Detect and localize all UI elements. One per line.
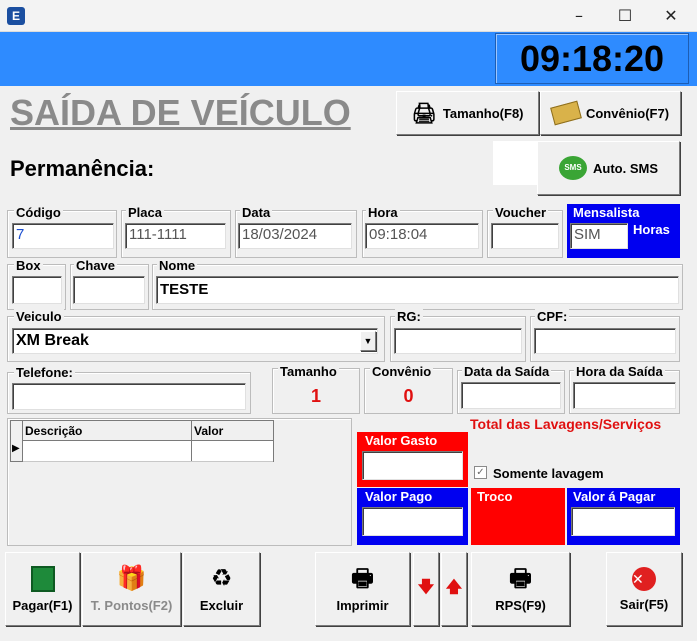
imprimir-button[interactable]: 🖶 Imprimir: [315, 552, 410, 626]
pagar-button[interactable]: Pagar(F1): [5, 552, 80, 626]
card-icon: [550, 100, 582, 126]
arrow-down-icon: 🡇: [417, 578, 435, 596]
recycle-bin-icon: ♻: [210, 564, 233, 592]
valor-pago-input[interactable]: [362, 507, 463, 536]
chave-label: Chave: [74, 258, 118, 273]
tamanho-button[interactable]: 🖨 Tamanho(F8): [396, 91, 539, 135]
veiculo-label: Veiculo: [14, 309, 64, 324]
sms-bubble-icon: SMS: [559, 156, 587, 180]
table-row[interactable]: [23, 461, 273, 462]
data-input[interactable]: 18/03/2024: [238, 223, 352, 249]
printer-icon: 🖶: [509, 564, 532, 592]
column-descricao[interactable]: Descrição: [25, 424, 82, 438]
data-saida-label: Data da Saída: [462, 364, 552, 379]
placa-label: Placa: [126, 205, 164, 220]
telefone-label: Telefone:: [14, 365, 75, 380]
move-up-button[interactable]: 🡅: [441, 552, 467, 626]
hora-saida-input[interactable]: [573, 382, 676, 409]
valor-a-pagar-label: Valor á Pagar: [573, 489, 656, 504]
placa-input[interactable]: 111-1111: [125, 223, 226, 249]
valor-gasto-input[interactable]: [362, 451, 463, 480]
minimize-button[interactable]: –: [556, 0, 602, 32]
pontos-button[interactable]: 🎁 T. Pontos(F2): [82, 552, 181, 626]
troco-label: Troco: [477, 489, 513, 504]
floppy-disk-icon: [30, 565, 55, 592]
mensalista-input[interactable]: SIM: [570, 223, 628, 249]
column-valor[interactable]: Valor: [194, 424, 223, 438]
codigo-input[interactable]: 7: [12, 223, 114, 249]
car-size-icon: 🖨: [411, 102, 437, 125]
page-title: SAÍDA DE VEÍCULO: [10, 92, 351, 133]
auto-sms-button[interactable]: SMS Auto. SMS: [537, 141, 680, 195]
close-button[interactable]: ✕: [648, 0, 694, 32]
somente-lavagem-checkbox[interactable]: ✓: [474, 466, 487, 479]
excluir-button[interactable]: ♻ Excluir: [183, 552, 260, 626]
move-down-button[interactable]: 🡇: [413, 552, 439, 626]
voucher-input[interactable]: [491, 223, 559, 249]
nome-input[interactable]: TESTE: [156, 276, 679, 304]
exit-icon: ✕: [632, 566, 656, 591]
gift-icon: 🎁: [116, 564, 147, 592]
somente-lavagem-label: Somente lavagem: [493, 466, 604, 481]
totals-heading: Total das Lavagens/Serviços: [470, 416, 662, 432]
mensalista-label: Mensalista: [573, 205, 640, 220]
permanencia-label: Permanência:: [10, 156, 155, 181]
convenio-value: 0: [403, 386, 414, 406]
hora-label: Hora: [366, 205, 400, 220]
codigo-label: Código: [14, 205, 63, 220]
box-label: Box: [14, 258, 43, 273]
convenio-label: Convênio: [370, 364, 434, 379]
cpf-label: CPF:: [535, 309, 570, 324]
tamanho-label: Tamanho: [278, 364, 339, 379]
maximize-button[interactable]: ☐: [602, 0, 648, 32]
row-indicator-column: [11, 421, 23, 461]
voucher-label: Voucher: [493, 205, 549, 220]
arrow-up-icon: 🡅: [445, 578, 463, 596]
valor-a-pagar-input[interactable]: [571, 507, 675, 536]
nome-label: Nome: [157, 258, 198, 273]
data-label: Data: [240, 205, 273, 220]
hora-input[interactable]: 09:18:04: [365, 223, 479, 249]
tamanho-value: 1: [310, 386, 321, 406]
cpf-input[interactable]: [534, 328, 676, 354]
veiculo-select[interactable]: XM Break: [12, 328, 378, 354]
app-icon: E: [7, 7, 25, 25]
clock-display: 09:18:20: [495, 33, 689, 84]
data-saida-input[interactable]: [461, 382, 561, 409]
sms-blank-area: [493, 141, 537, 185]
printer-icon: 🖶: [351, 564, 374, 592]
column-divider: [191, 421, 192, 461]
rg-input[interactable]: [394, 328, 522, 354]
rps-button[interactable]: 🖶 RPS(F9): [471, 552, 570, 626]
telefone-input[interactable]: [12, 383, 246, 410]
current-row-icon: ▶: [12, 443, 20, 454]
services-table[interactable]: Descrição Valor ▶: [10, 420, 274, 462]
rg-label: RG:: [395, 309, 423, 324]
box-input[interactable]: [12, 276, 62, 304]
chevron-down-icon[interactable]: ▼: [360, 331, 376, 351]
horas-label: Horas: [633, 222, 670, 237]
valor-pago-label: Valor Pago: [365, 489, 433, 504]
convenio-button[interactable]: Convênio(F7): [540, 91, 681, 135]
chave-input[interactable]: [73, 276, 145, 304]
sair-button[interactable]: ✕ Sair(F5): [606, 552, 682, 626]
valor-gasto-label: Valor Gasto: [365, 433, 438, 448]
hora-saida-label: Hora da Saída: [574, 364, 665, 379]
